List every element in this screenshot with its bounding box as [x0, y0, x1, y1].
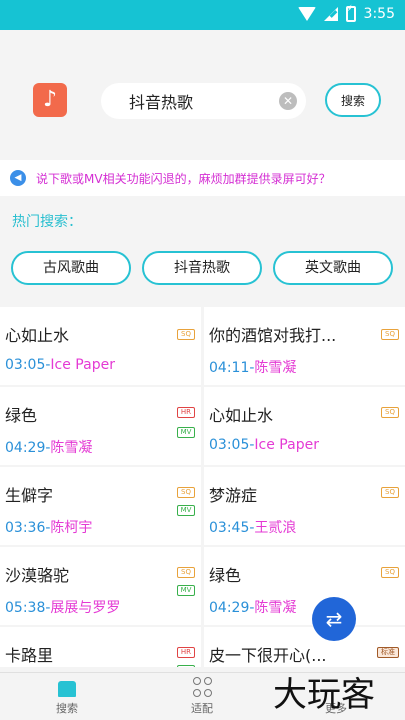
song-title: 绿色: [209, 566, 242, 585]
home-icon: [58, 681, 76, 697]
music-note-icon: ♪: [33, 83, 67, 117]
nav-item-adapt[interactable]: 适配: [162, 675, 242, 719]
song-title: 心如止水: [5, 326, 70, 345]
quality-badge-sq: SQ: [177, 487, 195, 498]
song-meta: 04:29-陈雪凝: [5, 440, 93, 456]
grid-icon: [192, 677, 212, 697]
song-title: 卡路里: [5, 646, 54, 665]
mv-badge[interactable]: MV: [177, 585, 195, 596]
song-title: 绿色: [5, 406, 38, 425]
song-title: 沙漠骆驼: [5, 566, 70, 585]
watermark-logo: 大玩客: [273, 675, 375, 715]
status-time: 3:55: [363, 6, 395, 22]
song-card[interactable]: 你的酒馆对我打... SQ 04:11-陈雪凝: [204, 307, 405, 385]
wifi-icon: [297, 7, 316, 21]
hot-search-title: 热门搜索：: [12, 214, 82, 230]
song-card[interactable]: 卡路里 HR MV: [0, 627, 201, 667]
song-card[interactable]: 沙漠骆驼 SQ MV 05:38-展展与罗罗: [0, 547, 201, 625]
song-duration: 03:05: [5, 357, 46, 373]
quality-badge-sq: SQ: [177, 567, 195, 578]
song-artist: 陈柯宇: [50, 520, 93, 536]
song-card[interactable]: 心如止水 SQ 03:05-Ice Paper: [0, 307, 201, 385]
song-artist: Ice Paper: [50, 357, 115, 373]
song-artist: Ice Paper: [254, 437, 319, 453]
quality-badge-sq: SQ: [381, 567, 399, 578]
song-duration: 03:36: [5, 520, 46, 536]
song-meta: 03:05-Ice Paper: [5, 357, 115, 373]
song-card[interactable]: 绿色 HR MV 04:29-陈雪凝: [0, 387, 201, 465]
nav-label: 适配: [191, 702, 213, 715]
song-duration: 04:29: [5, 440, 46, 456]
status-icons: 3:55: [297, 4, 395, 22]
quality-badge-standard: 标准: [377, 647, 399, 658]
quality-badge-sq: SQ: [177, 329, 195, 340]
hot-search-tags: 古风歌曲 抖音热歌 英文歌曲: [0, 251, 405, 287]
song-artist: 陈雪凝: [254, 600, 297, 616]
nav-item-search[interactable]: 搜索: [27, 675, 107, 719]
song-title: 心如止水: [209, 406, 274, 425]
search-button[interactable]: 搜索: [325, 83, 381, 117]
notice-bar: ◀ 说下歌或MV相关功能闪退的，麻烦加群提供录屏可好？: [0, 160, 405, 196]
song-duration: 03:05: [209, 437, 250, 453]
hot-tag-douyin[interactable]: 抖音热歌: [142, 251, 262, 285]
song-meta: 03:45-王贰浪: [209, 520, 297, 536]
song-artist: 展展与罗罗: [50, 600, 121, 616]
song-meta: 03:05-Ice Paper: [209, 437, 319, 453]
hot-tag-ancient[interactable]: 古风歌曲: [11, 251, 131, 285]
song-meta: 04:29-陈雪凝: [209, 600, 297, 616]
mv-badge[interactable]: MV: [177, 665, 195, 667]
quality-badge-sq: SQ: [381, 487, 399, 498]
search-input[interactable]: [129, 83, 279, 119]
quality-badge-sq: SQ: [381, 329, 399, 340]
search-header: ♪ ✕ 搜索: [0, 30, 405, 152]
quality-badge-sq: SQ: [381, 407, 399, 418]
song-meta: 05:38-展展与罗罗: [5, 600, 121, 616]
clear-icon[interactable]: ✕: [279, 92, 297, 110]
song-meta: 04:11-陈雪凝: [209, 360, 297, 376]
song-title: 你的酒馆对我打...: [209, 326, 337, 345]
song-artist: 王贰浪: [254, 520, 297, 536]
song-duration: 05:38: [5, 600, 46, 616]
song-title: 梦游症: [209, 486, 258, 505]
song-title: 生僻字: [5, 486, 54, 505]
signal-icon: [323, 7, 338, 21]
mv-badge[interactable]: MV: [177, 427, 195, 438]
status-bar: 3:55: [0, 0, 405, 30]
song-meta: 03:36-陈柯宇: [5, 520, 93, 536]
song-card[interactable]: 皮一下很开心(... 标准: [204, 627, 405, 667]
notice-text: 说下歌或MV相关功能闪退的，麻烦加群提供录屏可好？: [36, 172, 331, 186]
switch-source-button[interactable]: ⇄: [312, 597, 356, 641]
battery-icon: [345, 4, 356, 22]
song-card[interactable]: 生僻字 SQ MV 03:36-陈柯宇: [0, 467, 201, 545]
quality-badge-hr: HR: [177, 647, 195, 658]
song-artist: 陈雪凝: [254, 360, 297, 376]
speaker-icon: ◀: [10, 170, 26, 186]
nav-label: 搜索: [56, 702, 78, 715]
song-card[interactable]: 心如止水 SQ 03:05-Ice Paper: [204, 387, 405, 465]
quality-badge-hr: HR: [177, 407, 195, 418]
song-title: 皮一下很开心(...: [209, 646, 327, 665]
song-duration: 03:45: [209, 520, 250, 536]
song-card[interactable]: 梦游症 SQ 03:45-王贰浪: [204, 467, 405, 545]
hot-tag-english[interactable]: 英文歌曲: [273, 251, 393, 285]
song-duration: 04:29: [209, 600, 250, 616]
song-card[interactable]: 绿色 SQ 04:29-陈雪凝: [204, 547, 405, 625]
song-duration: 04:11: [209, 360, 250, 376]
song-artist: 陈雪凝: [50, 440, 93, 456]
mv-badge[interactable]: MV: [177, 505, 195, 516]
search-box: ✕: [101, 83, 306, 119]
